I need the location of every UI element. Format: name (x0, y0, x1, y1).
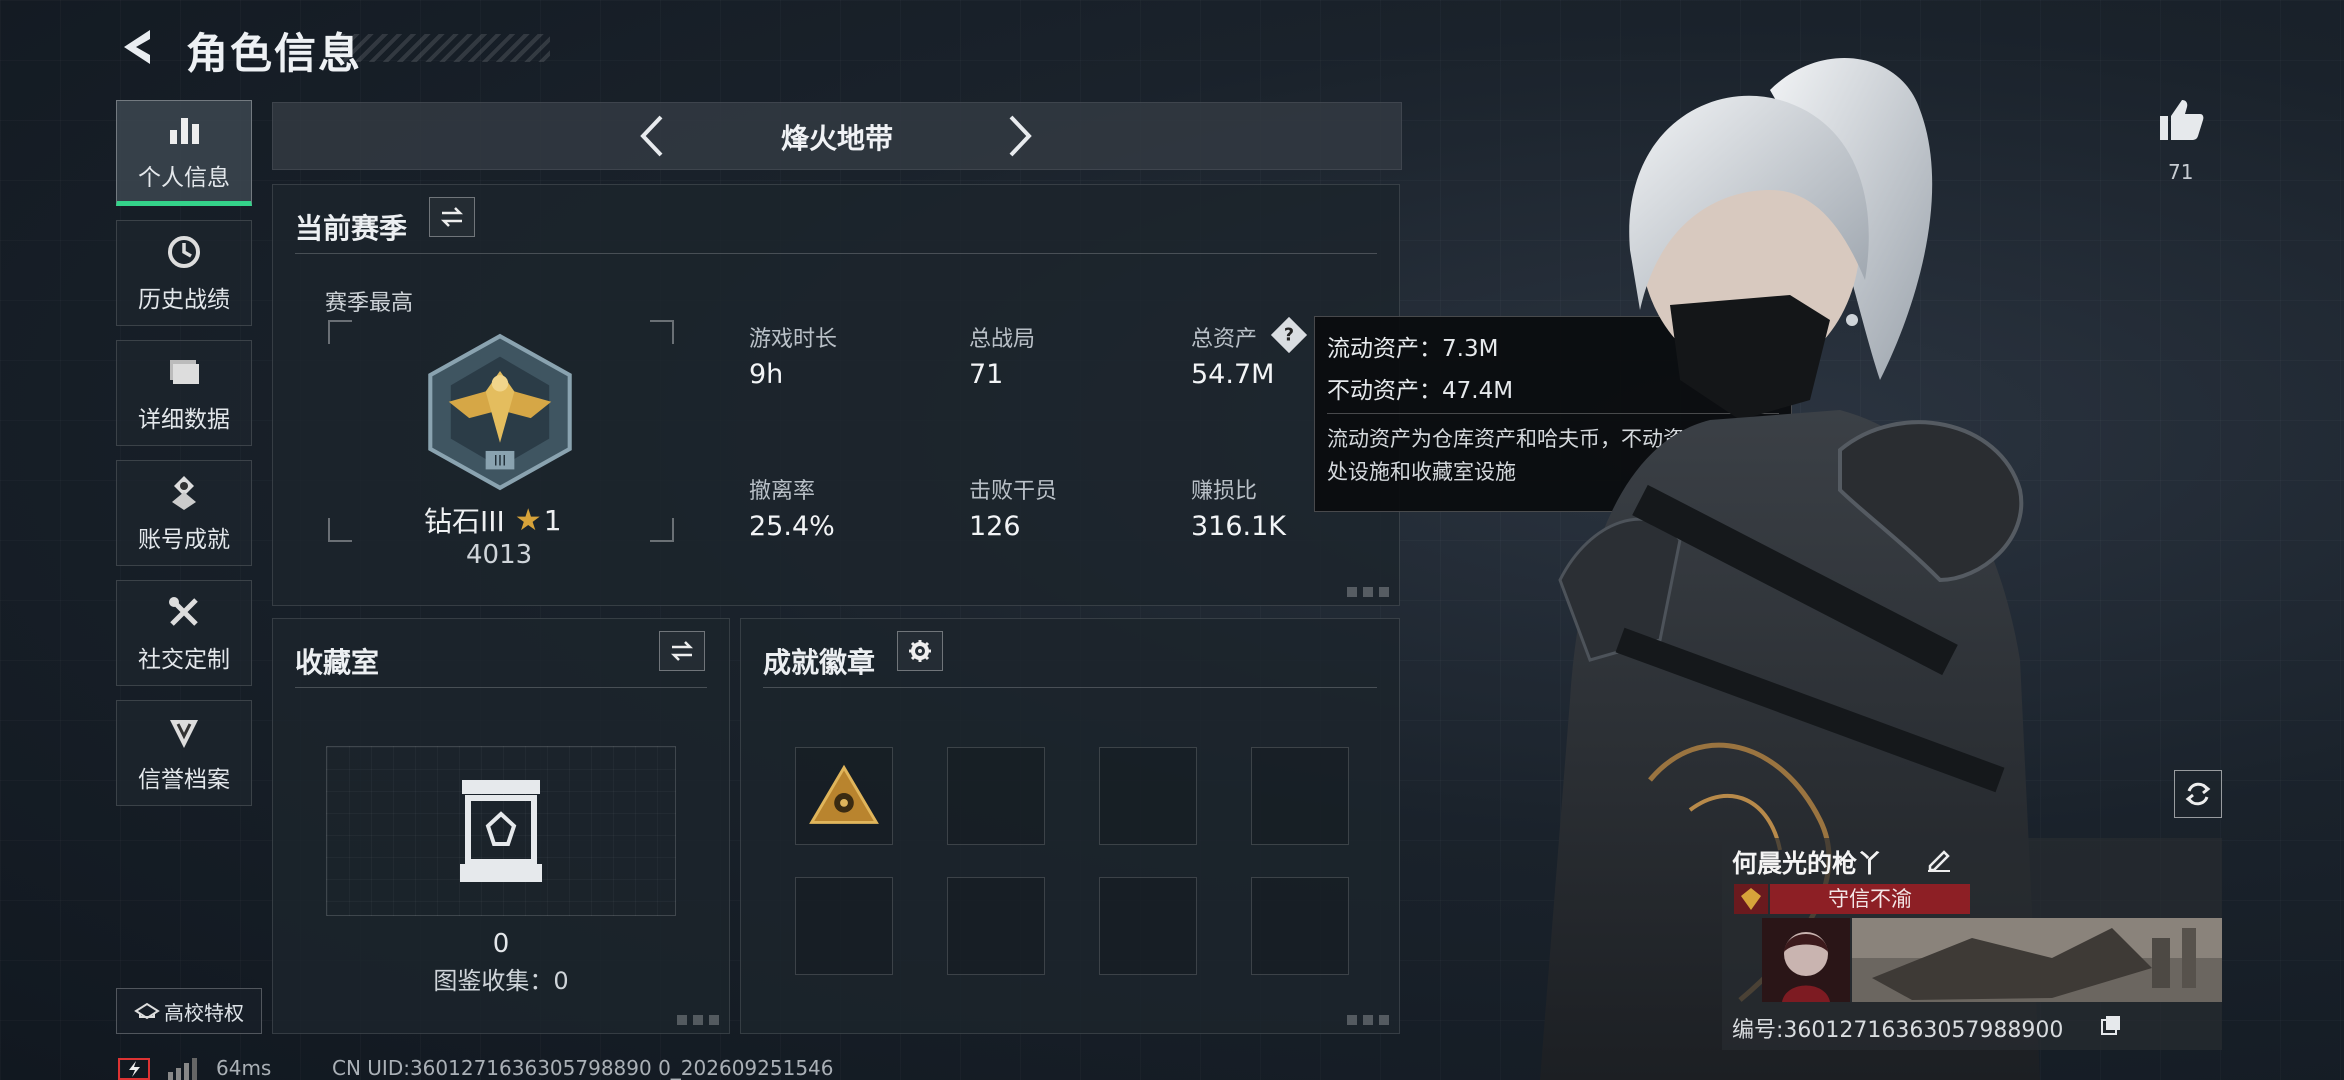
stat-label: 撤离率 (749, 479, 816, 504)
mode-selector: 烽火地带 (272, 102, 1402, 170)
page-title: 角色信息 (186, 29, 363, 78)
badge-slot[interactable] (795, 747, 893, 845)
edit-pencil-icon[interactable] (1926, 846, 1952, 872)
player-title-badge: 守信不渝 (1770, 884, 1970, 914)
campus-icon (134, 1002, 160, 1020)
stat-value: 25.4% (749, 511, 835, 542)
stat-value: 71 (969, 359, 1004, 390)
shield-icon (170, 720, 198, 748)
svg-text:III: III (494, 453, 507, 469)
stat-label: 游戏时长 (749, 327, 838, 352)
refresh-icon (2185, 782, 2211, 806)
banner-card[interactable] (1852, 918, 2222, 1002)
player-name: 何晨光的枪丫 (1732, 849, 1883, 878)
badge-slot[interactable] (1099, 747, 1197, 845)
season-best-label: 赛季最高 (325, 291, 414, 316)
stat-label: 赚损比 (1191, 479, 1258, 504)
rank-stars: 1 (543, 503, 562, 537)
stat-value: 316.1K (1191, 511, 1287, 542)
nav-details[interactable]: 详细数据 (116, 340, 252, 446)
corner-decoration (1347, 587, 1391, 597)
title-stripe-decoration (340, 34, 550, 62)
gear-icon (909, 640, 931, 662)
folder-icon (170, 360, 199, 384)
clock-history-icon (168, 236, 200, 268)
rank-name-row: 钻石III ★ 1 (424, 500, 562, 540)
divider (295, 253, 1377, 254)
display-case-icon (460, 780, 542, 882)
divider (763, 687, 1377, 688)
stat-value: 54.7M (1191, 359, 1275, 390)
badge-settings-button[interactable] (897, 631, 943, 671)
badge-slot[interactable] (1099, 877, 1197, 975)
badge-slot[interactable] (1251, 747, 1349, 845)
like-count: 71 (2168, 160, 2194, 184)
corner-decoration (1347, 1015, 1391, 1025)
stat-label: 总战局 (969, 327, 1036, 352)
swap-icon (440, 207, 464, 227)
nav-label: 详细数据 (138, 407, 230, 433)
campus-label: 高校特权 (164, 1000, 244, 1025)
nav-history[interactable]: 历史战绩 (116, 220, 252, 326)
star-icon: ★ (514, 502, 542, 538)
stat-value: 9h (749, 359, 784, 390)
campus-privilege-button[interactable]: 高校特权 (116, 988, 262, 1034)
liquid-assets: 流动资产：7.3M (1327, 336, 1499, 362)
next-mode-arrow-icon[interactable] (997, 113, 1041, 159)
player-id: 编号:3601271636305798890​0 (1732, 1018, 2064, 1043)
divider (295, 687, 707, 688)
nav-label: 历史战绩 (138, 287, 230, 313)
help-icon[interactable]: ? (1270, 316, 1308, 354)
badge-slot[interactable] (795, 877, 893, 975)
back-arrow-icon[interactable] (116, 24, 162, 70)
collection-switch-button[interactable] (659, 631, 705, 671)
ping-value: 64ms (216, 1056, 272, 1080)
signal-icon (168, 1058, 197, 1080)
corner-decoration (677, 1015, 721, 1025)
stat-label: 击败干员 (969, 479, 1058, 504)
nav-social[interactable]: 社交定制 (116, 580, 252, 686)
uid-text: CN UID:3601271636305798890 0_20260925154… (332, 1056, 834, 1080)
nav-achievements[interactable]: 账号成就 (116, 460, 252, 566)
rotate-model-button[interactable] (2174, 770, 2222, 818)
badges-panel: 成就徽章 (740, 618, 1400, 1034)
badge-slot[interactable] (947, 877, 1045, 975)
nav-label: 信誉档案 (138, 767, 230, 793)
nav-label: 社交定制 (138, 647, 230, 673)
badge-slot[interactable] (1251, 877, 1349, 975)
season-title: 当前赛季 (295, 212, 408, 245)
medal-icon (172, 476, 196, 510)
battery-icon (118, 1058, 150, 1080)
tools-icon (169, 597, 198, 626)
player-card: 何晨光的枪丫 守信不渝 编号:3601271636305798890​0 (1722, 838, 2222, 1050)
diamond-rank-emblem-icon: III (428, 333, 572, 491)
copy-icon[interactable] (2100, 1014, 2122, 1036)
codex-label: 图鉴收集：0 (433, 967, 569, 995)
pyramid-badge-icon (809, 764, 879, 824)
swap-icon (670, 641, 694, 661)
stat-label: 总资产 (1191, 327, 1258, 352)
nav-credit[interactable]: 信誉档案 (116, 700, 252, 806)
avatar[interactable] (1762, 918, 1850, 1002)
left-nav: 个人信息 历史战绩 详细数据 账号成就 社交定制 信誉档案 (116, 100, 254, 820)
nav-label: 个人信息 (138, 165, 230, 191)
season-switch-button[interactable] (429, 197, 475, 237)
badges-title: 成就徽章 (763, 646, 876, 679)
thumbs-up-icon[interactable] (2156, 96, 2206, 144)
rank-score: 4013 (466, 540, 533, 570)
collection-title: 收藏室 (295, 646, 380, 679)
stat-value: 126 (969, 511, 1021, 542)
badge-slot[interactable] (947, 747, 1045, 845)
mode-title: 烽火地带 (780, 122, 893, 155)
nav-label: 账号成就 (138, 527, 230, 553)
rank-name: 钻石III (424, 505, 505, 538)
bar-chart-icon (170, 118, 199, 144)
nav-personal-info[interactable]: 个人信息 (116, 100, 252, 206)
collection-count: 0 (492, 929, 510, 959)
title-emblem-icon (1734, 884, 1768, 914)
